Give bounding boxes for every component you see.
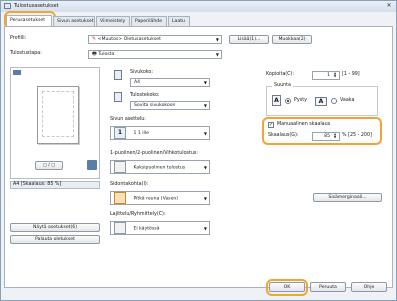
output-size-icon xyxy=(114,92,122,102)
tab-page-setup[interactable]: Sivun asetukset xyxy=(53,16,95,26)
edit-profile-button[interactable]: Muokkaa(2) xyxy=(272,35,312,44)
scaling-input[interactable]: 85 ▲ ▼ xyxy=(312,132,340,141)
output-method-select[interactable]: 🖶 Tulosta ▼ xyxy=(88,50,222,59)
copies-input[interactable]: 1 ▲ ▼ xyxy=(312,71,340,80)
tab-finishing[interactable]: Viimeistely xyxy=(96,16,130,26)
tab-label: Viimeistely xyxy=(100,19,126,24)
help-button[interactable]: Ohje xyxy=(351,282,387,292)
portrait-page-icon: A xyxy=(272,95,281,106)
layout-number-icon: 1 xyxy=(114,127,126,139)
page-layout-select[interactable]: 1 1 1 ille ▼ xyxy=(110,126,210,140)
scaling-range: % [25 - 200] xyxy=(342,133,372,138)
title-bar: Tulostusasetukset ✕ xyxy=(1,1,396,12)
finishing-value: Ei käytössä xyxy=(133,226,160,232)
output-size-label: Tulostekoko: xyxy=(130,93,160,98)
page-size-select[interactable]: A4 ▼ xyxy=(130,78,210,87)
page-content-area xyxy=(42,91,74,137)
view-settings-button[interactable]: Näytä asetukset(6) xyxy=(10,223,100,232)
manual-scaling-label: Manuaalinen skaalaus xyxy=(277,122,331,127)
tab-label: Laatu xyxy=(172,19,185,24)
spin-arrows-icon[interactable]: ▲ ▼ xyxy=(332,72,338,78)
output-size-select[interactable]: Sovita sivukokoon ▼ xyxy=(130,101,210,110)
chevron-down-icon: ▼ xyxy=(203,165,207,170)
duplex-label: 1-puolinen/2-puolinen/Vihkotulostus: xyxy=(110,151,199,156)
duplex-select[interactable]: Kaksipuolinen tulostus ▼ xyxy=(110,160,210,174)
chevron-down-icon: ▼ xyxy=(203,103,207,108)
add-profile-button[interactable]: Lisää(1)... xyxy=(229,35,269,44)
tab-quality[interactable]: Laatu xyxy=(168,16,190,26)
portrait-radio[interactable] xyxy=(285,98,291,104)
cancel-button[interactable]: Peruuta xyxy=(310,282,346,292)
stamp-button[interactable]: Sisämerginaali... xyxy=(313,193,382,202)
binding-label: Sidontakohta(I): xyxy=(110,182,149,187)
printer-app-icon xyxy=(4,3,11,9)
preview-settings-icon[interactable] xyxy=(87,160,97,170)
chevron-down-icon: ▼ xyxy=(203,196,207,201)
output-size-value: Sovita sivukokoon xyxy=(134,103,176,108)
page-size-value: A4 xyxy=(134,80,141,85)
chevron-down-icon: ▼ xyxy=(215,52,219,57)
restore-defaults-button[interactable]: Palauta oletukset xyxy=(10,235,100,244)
page-preview xyxy=(37,86,79,144)
preview-layout-toggle[interactable]: ◻ / ◻ xyxy=(35,161,63,170)
landscape-page-icon: A xyxy=(315,97,327,106)
spin-arrows-icon[interactable]: ▲ ▼ xyxy=(332,133,338,139)
preview-pane: ◻ / ◻ xyxy=(10,67,100,179)
collate-icon xyxy=(114,222,126,234)
finishing-label: Lajittelu/Ryhmittely(C): xyxy=(110,212,166,217)
chevron-down-icon: ▼ xyxy=(203,226,207,231)
binding-select[interactable]: Pitkä reuna (Vasen) ▼ xyxy=(110,191,210,205)
window-title: Tulostusasetukset xyxy=(14,3,59,9)
scaling-value: 85 xyxy=(324,134,330,139)
preview-toolbar-icon xyxy=(13,70,21,75)
scaling-label: Skaalaus(G): xyxy=(268,133,299,138)
tab-paper-source[interactable]: Paperilähde xyxy=(131,16,167,26)
chevron-down-icon: ▼ xyxy=(203,131,207,136)
duplex-icon xyxy=(114,161,126,173)
duplex-value: Kaksipuolinen tulostus xyxy=(133,165,186,171)
output-method-label: Tulostustapa: xyxy=(10,51,42,56)
tab-label: Sivun asetukset xyxy=(57,19,94,24)
radio-dot xyxy=(287,100,289,102)
copies-value: 1 xyxy=(327,73,330,78)
manual-scaling-checkbox[interactable]: ✓ xyxy=(268,122,274,128)
pencil-icon: ✎ xyxy=(92,36,97,42)
page-layout-label: Sivun asettelu: xyxy=(110,117,146,122)
tab-label: Paperilähde xyxy=(135,19,163,24)
output-method-value: Tulosta xyxy=(98,52,115,57)
profile-value: <Muutos> Oletusasetukset xyxy=(97,37,161,42)
binding-value: Pitkä reuna (Vasen) xyxy=(133,196,179,202)
landscape-radio[interactable] xyxy=(331,98,337,104)
page-size-icon xyxy=(114,70,122,80)
close-icon[interactable]: ✕ xyxy=(384,2,394,10)
page-size-label: Sivukoko: xyxy=(130,70,153,75)
profile-select[interactable]: ✎ <Muutos> Oletusasetukset ▼ xyxy=(88,35,222,44)
copies-range: [1 - 99] xyxy=(342,72,360,77)
profile-label: Profiili: xyxy=(10,36,27,41)
copies-label: Kopioita(C): xyxy=(266,72,295,77)
binding-icon xyxy=(114,192,126,204)
chevron-down-icon: ▼ xyxy=(215,37,219,42)
printer-icon: 🖶 xyxy=(92,51,97,57)
chevron-down-icon: ▼ xyxy=(203,80,207,85)
finishing-select[interactable]: Ei käytössä ▼ xyxy=(110,221,210,235)
preview-caption: A4 [Skaalaus: 85 %] xyxy=(10,181,100,189)
landscape-label: Vaaka xyxy=(340,98,355,103)
portrait-label: Pysty xyxy=(294,98,307,103)
page-layout-value: 1 1 ille xyxy=(133,131,149,136)
ok-button[interactable]: OK xyxy=(269,282,305,292)
orientation-label: Suunta xyxy=(272,83,293,89)
